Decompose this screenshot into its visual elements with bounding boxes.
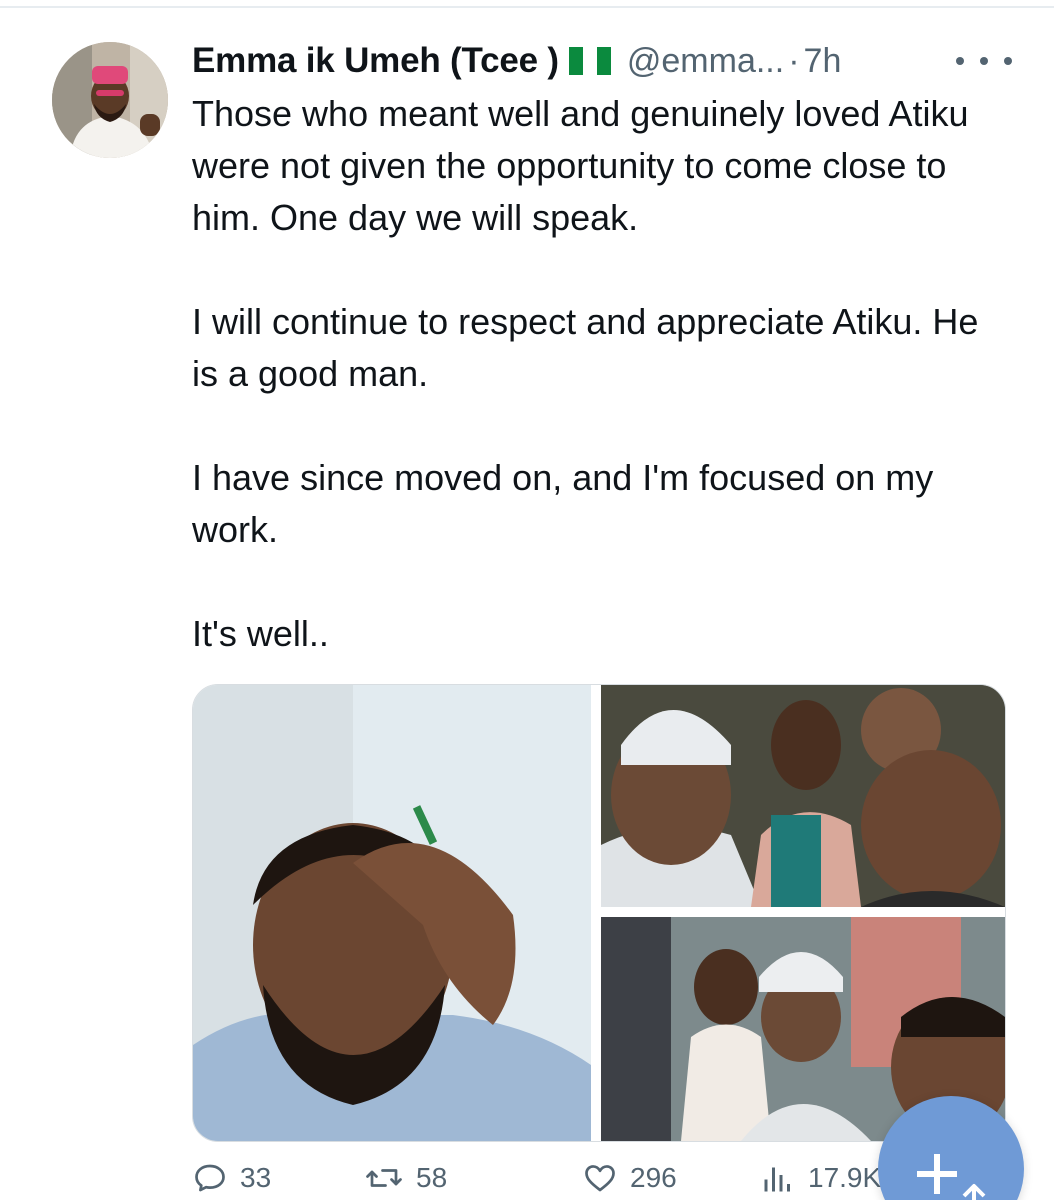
reply-icon	[195, 1164, 225, 1192]
media-photo-group-1[interactable]	[601, 685, 1005, 907]
reply-button[interactable]: 33	[192, 1160, 271, 1196]
more-options-icon[interactable]	[956, 46, 1012, 76]
nigeria-flag-icon	[568, 47, 611, 75]
tweet-paragraph: I will continue to respect and appreciat…	[192, 301, 979, 394]
top-divider	[0, 6, 1054, 8]
compose-fab-button[interactable]	[878, 1096, 1024, 1200]
retweet-count: 58	[416, 1162, 448, 1193]
tweet-media-grid	[192, 684, 1006, 1142]
author-name[interactable]: Emma ik Umeh (Tcee )	[192, 41, 559, 81]
like-count: 296	[630, 1162, 677, 1193]
author-handle[interactable]: @emma...	[627, 42, 784, 81]
media-photo-selfie[interactable]	[193, 685, 591, 1141]
timestamp[interactable]: 7h	[804, 42, 842, 81]
views-count: 17.9K	[808, 1162, 882, 1193]
tweet-paragraph: I have since moved on, and I'm focused o…	[192, 457, 934, 550]
tweet-paragraph: It's well..	[192, 613, 329, 654]
heart-icon	[585, 1165, 615, 1192]
reply-count: 33	[240, 1162, 272, 1193]
compose-plus-icon	[917, 1154, 986, 1200]
retweet-button[interactable]: 58	[364, 1160, 447, 1196]
tweet-header: Emma ik Umeh (Tcee ) @emma... · 7h	[192, 36, 1012, 86]
tweet-paragraph: Those who meant well and genuinely loved…	[192, 93, 969, 238]
views-chart-icon	[764, 1167, 790, 1192]
like-button[interactable]: 296	[582, 1160, 677, 1196]
separator-dot: ·	[788, 41, 800, 80]
retweet-icon	[366, 1169, 402, 1187]
views-button[interactable]: 17.9K	[760, 1160, 881, 1196]
avatar[interactable]	[52, 42, 168, 158]
tweet-actions: 33 58 296 17.9K	[192, 1160, 912, 1200]
tweet-text: Those who meant well and genuinely loved…	[192, 88, 1012, 660]
